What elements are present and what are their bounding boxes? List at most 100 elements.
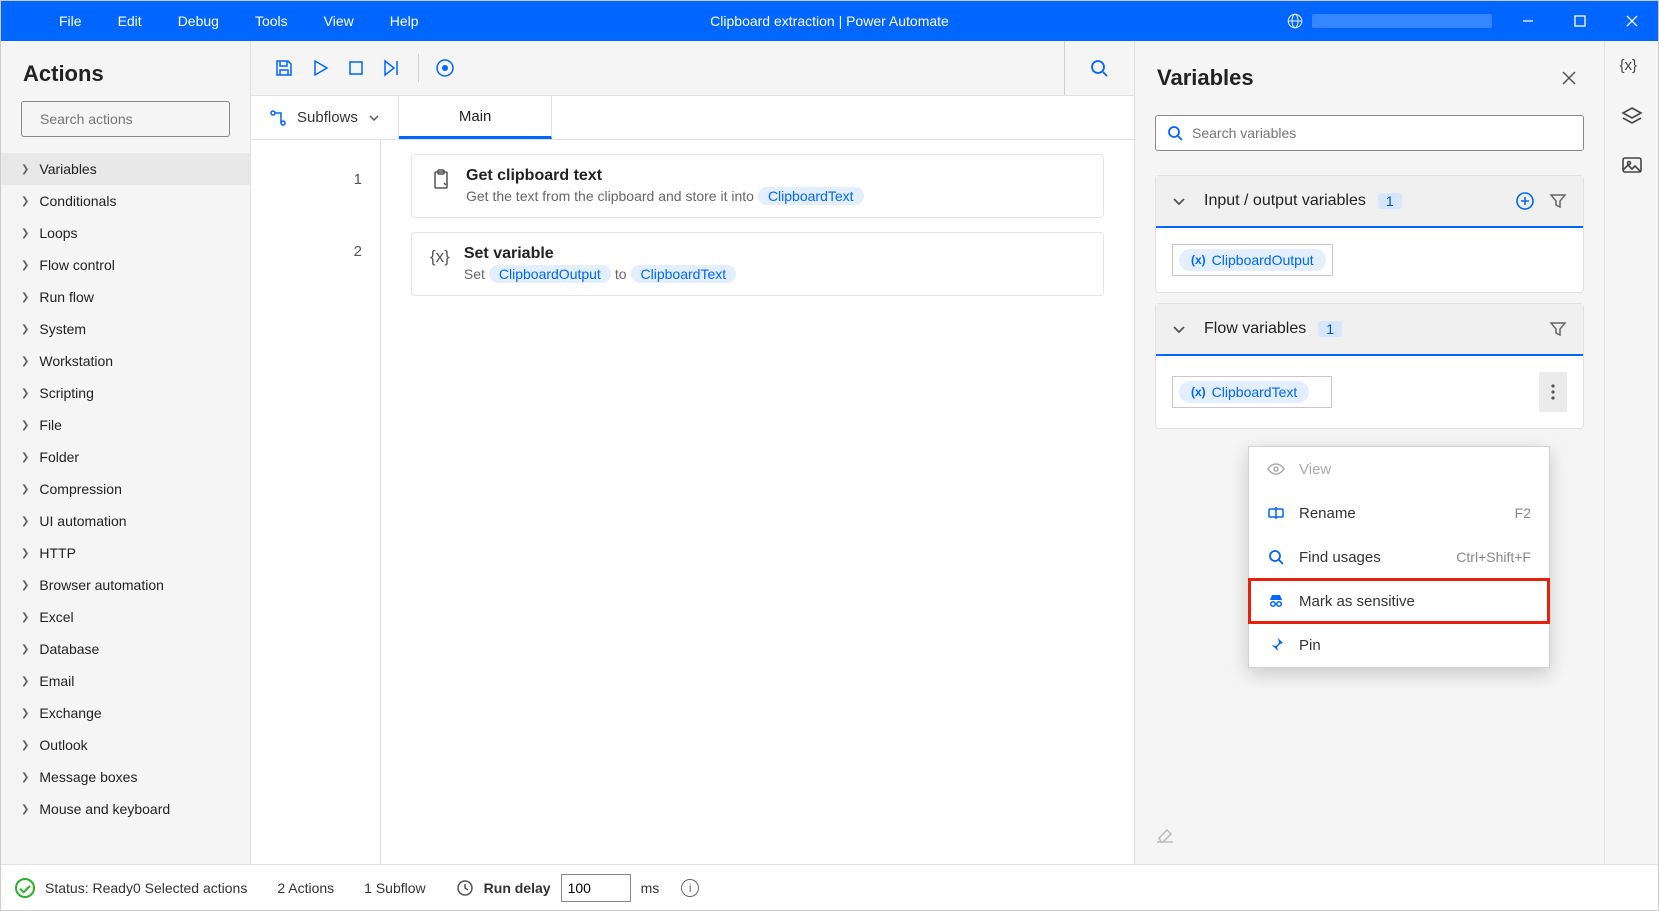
actions-pane: Actions ❯Variables ❯Conditionals ❯Loops … [1,41,251,864]
environment-indicator[interactable] [1276,12,1502,30]
cat-flow-control[interactable]: ❯Flow control [1,249,250,281]
variables-search[interactable] [1155,115,1584,151]
cat-exchange[interactable]: ❯Exchange [1,697,250,729]
add-variable-button[interactable] [1515,191,1535,211]
variable-slot[interactable]: (x)ClipboardText [1172,376,1332,408]
cat-http[interactable]: ❯HTTP [1,537,250,569]
cat-email[interactable]: ❯Email [1,665,250,697]
cat-variables[interactable]: ❯Variables [1,153,250,185]
cat-loops[interactable]: ❯Loops [1,217,250,249]
variable-more-button[interactable] [1539,372,1567,412]
flow-canvas[interactable]: 1 2 Get clipboard text Get the text from… [251,140,1134,864]
cat-folder[interactable]: ❯Folder [1,441,250,473]
menu-debug[interactable]: Debug [160,1,237,41]
flow-search-icon[interactable] [1089,58,1109,78]
step-desc: Get the text from the clipboard and stor… [466,187,1085,205]
variables-search-input[interactable] [1192,125,1573,141]
cat-system[interactable]: ❯System [1,313,250,345]
cat-database[interactable]: ❯Database [1,633,250,665]
ctx-rename[interactable]: RenameF2 [1249,491,1549,535]
ctx-mark-sensitive[interactable]: Mark as sensitive [1249,579,1549,623]
close-button[interactable] [1606,1,1658,41]
record-button[interactable] [427,50,463,86]
incognito-icon [1267,592,1285,610]
actions-list[interactable]: ❯Variables ❯Conditionals ❯Loops ❯Flow co… [1,147,250,864]
var-chip: ClipboardOutput [489,265,611,283]
cat-ui-automation[interactable]: ❯UI automation [1,505,250,537]
ctx-find-usages[interactable]: Find usagesCtrl+Shift+F [1249,535,1549,579]
section-title: Flow variables [1204,320,1306,338]
minimize-button[interactable] [1502,1,1554,41]
subflows-dropdown[interactable]: Subflows [251,96,399,139]
run-button[interactable] [302,50,338,86]
layers-icon[interactable] [1620,105,1644,129]
chevron-down-icon [368,112,380,124]
variable-slot[interactable]: (x)ClipboardOutput [1172,244,1333,276]
actions-search-input[interactable] [40,111,221,127]
filter-icon[interactable] [1549,192,1567,210]
maximize-button[interactable] [1554,1,1606,41]
variable-pill[interactable]: (x)ClipboardText [1179,381,1309,403]
ctx-pin[interactable]: Pin [1249,623,1549,667]
menu-edit[interactable]: Edit [100,1,160,41]
subflows-count: 1 Subflow [364,880,425,896]
actions-search[interactable] [21,101,230,137]
save-button[interactable] [266,50,302,86]
variables-rail-button[interactable]: {x} [1620,57,1644,81]
status-ok-icon [15,878,35,898]
section-title: Input / output variables [1204,192,1366,210]
clock-icon [456,879,474,897]
variables-heading: Variables [1157,65,1556,91]
cat-message-boxes[interactable]: ❯Message boxes [1,761,250,793]
stop-button[interactable] [338,50,374,86]
titlebar: File Edit Debug Tools View Help Clipboar… [1,1,1658,41]
cat-workstation[interactable]: ❯Workstation [1,345,250,377]
variables-pane: Variables Input / output variables 1 (x)… [1134,41,1604,864]
right-rail: {x} [1604,41,1658,864]
action-step[interactable]: {x} Set variable Set ClipboardOutput to … [411,232,1104,296]
cat-file[interactable]: ❯File [1,409,250,441]
menu-tools[interactable]: Tools [237,1,306,41]
run-delay-label: Run delay [484,880,551,896]
chevron-down-icon[interactable] [1172,194,1186,208]
rename-icon [1267,504,1285,522]
action-step[interactable]: Get clipboard text Get the text from the… [411,154,1104,218]
status-bar: Status: Ready 0 Selected actions 2 Actio… [1,864,1658,910]
cat-mouse-kb[interactable]: ❯Mouse and keyboard [1,793,250,825]
chevron-down-icon[interactable] [1172,322,1186,336]
eraser-icon[interactable] [1155,824,1175,844]
step-button[interactable] [374,50,410,86]
cat-outlook[interactable]: ❯Outlook [1,729,250,761]
count-badge: 1 [1318,321,1342,337]
window-title: Clipboard extraction | Power Automate [710,13,949,29]
flow-variables-section: Flow variables 1 (x)ClipboardText [1155,303,1584,429]
cat-excel[interactable]: ❯Excel [1,601,250,633]
cat-browser-automation[interactable]: ❯Browser automation [1,569,250,601]
ms-label: ms [641,880,660,896]
image-icon[interactable] [1620,153,1644,177]
cat-run-flow[interactable]: ❯Run flow [1,281,250,313]
subflow-bar: Subflows Main [251,96,1134,140]
subflow-icon [269,109,287,127]
selected-count: 0 Selected actions [133,880,247,896]
tab-main[interactable]: Main [399,96,553,139]
globe-icon [1286,12,1304,30]
filter-icon[interactable] [1549,320,1567,338]
variable-icon: (x) [1191,253,1206,267]
chevron-right-icon: ❯ [21,164,29,175]
ctx-view: View [1249,447,1549,491]
menu-help[interactable]: Help [372,1,437,41]
designer-toolbar [251,41,1134,96]
cat-conditionals[interactable]: ❯Conditionals [1,185,250,217]
run-delay-input[interactable] [561,874,631,902]
info-icon[interactable]: i [681,879,699,897]
menu-view[interactable]: View [306,1,372,41]
close-pane-button[interactable] [1556,65,1582,91]
var-chip: ClipboardText [758,187,864,205]
variable-pill[interactable]: (x)ClipboardOutput [1179,249,1326,271]
line-1: 1 [251,154,380,226]
cat-scripting[interactable]: ❯Scripting [1,377,250,409]
cat-compression[interactable]: ❯Compression [1,473,250,505]
menu-file[interactable]: File [41,1,100,41]
variable-context-menu: View RenameF2 Find usagesCtrl+Shift+F Ma… [1248,446,1550,668]
